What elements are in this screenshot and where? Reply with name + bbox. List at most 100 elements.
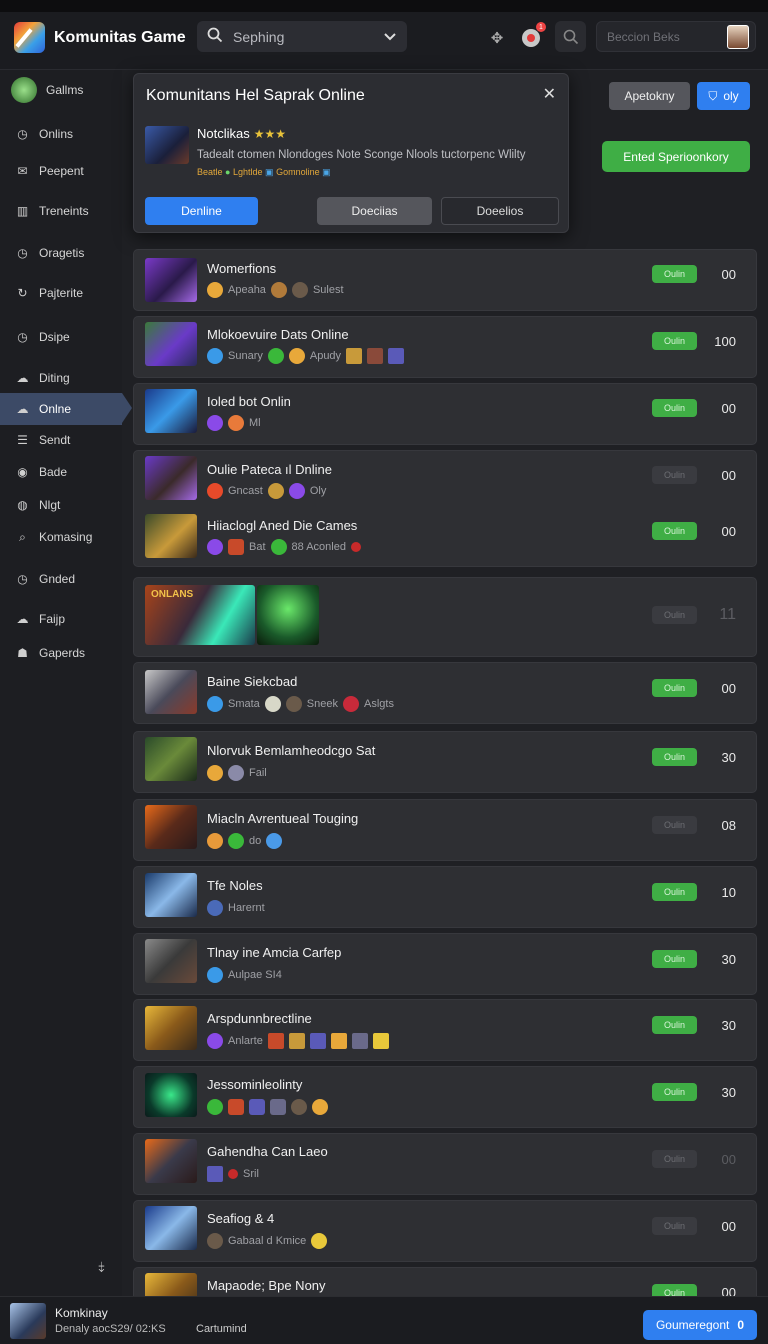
game-meta: Ml	[207, 415, 261, 431]
search-input[interactable]: Sephing	[197, 21, 407, 52]
sidebar-item-treneints[interactable]: ▥ Treneints	[0, 196, 122, 226]
sidebar-item-peepent[interactable]: ✉ Peepent	[0, 156, 122, 186]
scroll-down-icon[interactable]: ⤈	[98, 1258, 104, 1275]
sidebar-item-pajterite[interactable]: ↻ Pajterite	[0, 278, 122, 308]
cloud-icon: ☁	[16, 402, 29, 416]
game-meta-text: Sril	[243, 1168, 259, 1180]
badge-icon	[350, 542, 361, 552]
game-title: Hiiaclogl Aned Die Cames	[207, 518, 358, 533]
sidebar-item-komasing[interactable]: ⌕ Komasing	[0, 522, 122, 552]
list-item[interactable]: Gahendha Can Laeo Sril Oulin 00	[133, 1133, 757, 1195]
sidebar-item-label: Gaperds	[39, 646, 86, 660]
list-item[interactable]: Jessominleolinty Oulin 30	[133, 1066, 757, 1128]
close-icon[interactable]: ✕	[543, 84, 556, 104]
list-item[interactable]: Mapaode; Bpe Nony Oulin 00	[133, 1267, 757, 1296]
list-item[interactable]: Nlorvuk Bemlamheodcgo Sat Fail Oulin 30	[133, 731, 757, 793]
app-title: Komunitas Game	[54, 28, 186, 46]
mail-icon: ✉	[17, 164, 28, 178]
online-button[interactable]: Denline	[145, 197, 258, 225]
profile-field[interactable]: Beccion Beks	[596, 21, 756, 52]
badge-icon	[291, 1099, 307, 1115]
player-count: 08	[721, 818, 736, 833]
badge-icon	[346, 348, 363, 364]
notification-icon[interactable]: 1	[518, 22, 546, 51]
search-button[interactable]	[555, 21, 586, 52]
game-thumbnail	[145, 322, 197, 366]
player-count: 00	[721, 1285, 736, 1296]
tag: Gomnoline	[276, 167, 320, 177]
sidebar-item-gaperds[interactable]: ☗ Gaperds	[0, 638, 122, 668]
list-item[interactable]: Miacln Avrentueal Touging do Oulin 08	[133, 799, 757, 861]
list-item-group[interactable]: Oulie Pateca ıl Dnline Gncast Oly Oulin …	[133, 450, 757, 567]
status-badge: Oulin	[652, 883, 697, 901]
apetokny-button[interactable]: Apetokny	[609, 82, 690, 110]
game-meta-text: Harernt	[228, 902, 265, 914]
globe-icon: ◍	[17, 498, 28, 512]
game-meta-text: Oly	[309, 485, 327, 497]
list-item[interactable]: Ioled bot Onlin Ml Oulin 00	[133, 383, 757, 445]
list-item[interactable]: Tlnay ine Amcia Carfep Aulpae SI4 Oulin …	[133, 933, 757, 995]
list-item[interactable]: ONLANS Oulin 11	[133, 577, 757, 657]
brand[interactable]: Komunitas Game	[14, 22, 186, 53]
game-meta-text: Bat	[249, 541, 266, 553]
sidebar-item-faijp[interactable]: ☁ Faijp	[0, 604, 122, 634]
oly-button[interactable]: ⛉ oly	[697, 82, 750, 110]
footer-action-button[interactable]: Goumeregont 0	[643, 1310, 757, 1340]
badge-icon	[228, 539, 244, 555]
sidebar-item-onlne[interactable]: ☁ Onlne	[0, 393, 132, 425]
popup-name-text: Notclikas	[197, 126, 250, 141]
details-button[interactable]: Doeciias	[317, 197, 432, 225]
sidebar-item-onlins[interactable]: ◷ Onlins	[0, 119, 122, 149]
popup-tags: Beatle ● Lghtlde ▣ Gomnoline ▣	[197, 167, 331, 177]
status-badge: Oulin	[652, 950, 697, 968]
game-title: Tfe Noles	[207, 878, 263, 893]
sidebar-item-gnded[interactable]: ◷ Gnded	[0, 564, 122, 594]
game-meta-text: Apeaha	[228, 284, 266, 296]
profile-placeholder: Beccion Beks	[607, 29, 680, 44]
sidebar-item-sendt[interactable]: ☰ Sendt	[0, 425, 122, 455]
list-item[interactable]: Tfe Noles Harernt Oulin 10	[133, 866, 757, 928]
game-meta	[207, 1099, 328, 1115]
badge-icon	[207, 833, 223, 849]
game-meta: do	[207, 833, 283, 849]
list-item[interactable]: Mlokoevuire Dats Online Sunary Apudy Oul…	[133, 316, 757, 378]
list-item[interactable]: Baine Siekcbad Smata Sneek Aslgts Oulin …	[133, 662, 757, 724]
game-meta-text: Aslgts	[364, 698, 394, 710]
game-title: Baine Siekcbad	[207, 674, 298, 689]
badge-icon	[288, 483, 305, 499]
game-meta-text: Sulest	[312, 284, 344, 296]
sidebar-item-oragetis[interactable]: ◷ Oragetis	[0, 238, 122, 268]
sidebar-item-diting[interactable]: ☁ Diting	[0, 363, 122, 393]
game-thumbnail	[145, 126, 189, 164]
game-meta-text: Sneek	[306, 698, 338, 710]
game-title: Womerfions	[207, 261, 277, 276]
clock-icon: ◷	[17, 246, 28, 260]
gamepad-icon[interactable]: ✥	[484, 25, 510, 51]
oly-button-label: oly	[723, 89, 739, 103]
game-thumbnail	[257, 585, 319, 645]
avatar[interactable]	[727, 25, 749, 49]
sidebar-item-bade[interactable]: ◉ Bade	[0, 457, 122, 487]
game-meta-text: Gncast	[228, 485, 263, 497]
sidebar-item-gallms[interactable]: Gallms	[0, 75, 122, 105]
stats-icon: ▥	[16, 204, 29, 218]
enter-button[interactable]: Ented Sperioonkory	[602, 141, 750, 172]
game-meta: Smata Sneek Aslgts	[207, 696, 394, 712]
sidebar-item-dsipe[interactable]: ◷ Dsipe	[0, 322, 122, 352]
badge-icon	[207, 282, 223, 298]
badge-icon	[207, 696, 223, 712]
more-button[interactable]: Doeelios	[441, 197, 559, 225]
list-item[interactable]: Womerfions Apeaha Sulest Oulin 00	[133, 249, 757, 311]
game-meta: Harernt	[207, 900, 265, 916]
game-meta-text: Sunary	[228, 350, 263, 362]
status-badge: Oulin	[652, 1284, 697, 1296]
chevron-down-icon[interactable]	[383, 29, 397, 45]
avatar[interactable]	[10, 1303, 46, 1339]
game-meta: Aulpae SI4	[207, 967, 282, 983]
list-item[interactable]: Arspdunnbrectline Anlarte Oulin 30	[133, 999, 757, 1061]
game-title: Oulie Pateca ıl Dnline	[207, 462, 333, 477]
badge-icon	[207, 483, 223, 499]
list-item[interactable]: Seafiog & 4 Gabaal d Kmice Oulin 00	[133, 1200, 757, 1262]
sidebar-item-nlgt[interactable]: ◍ Nlgt	[0, 490, 122, 520]
badge-icon	[207, 765, 223, 781]
